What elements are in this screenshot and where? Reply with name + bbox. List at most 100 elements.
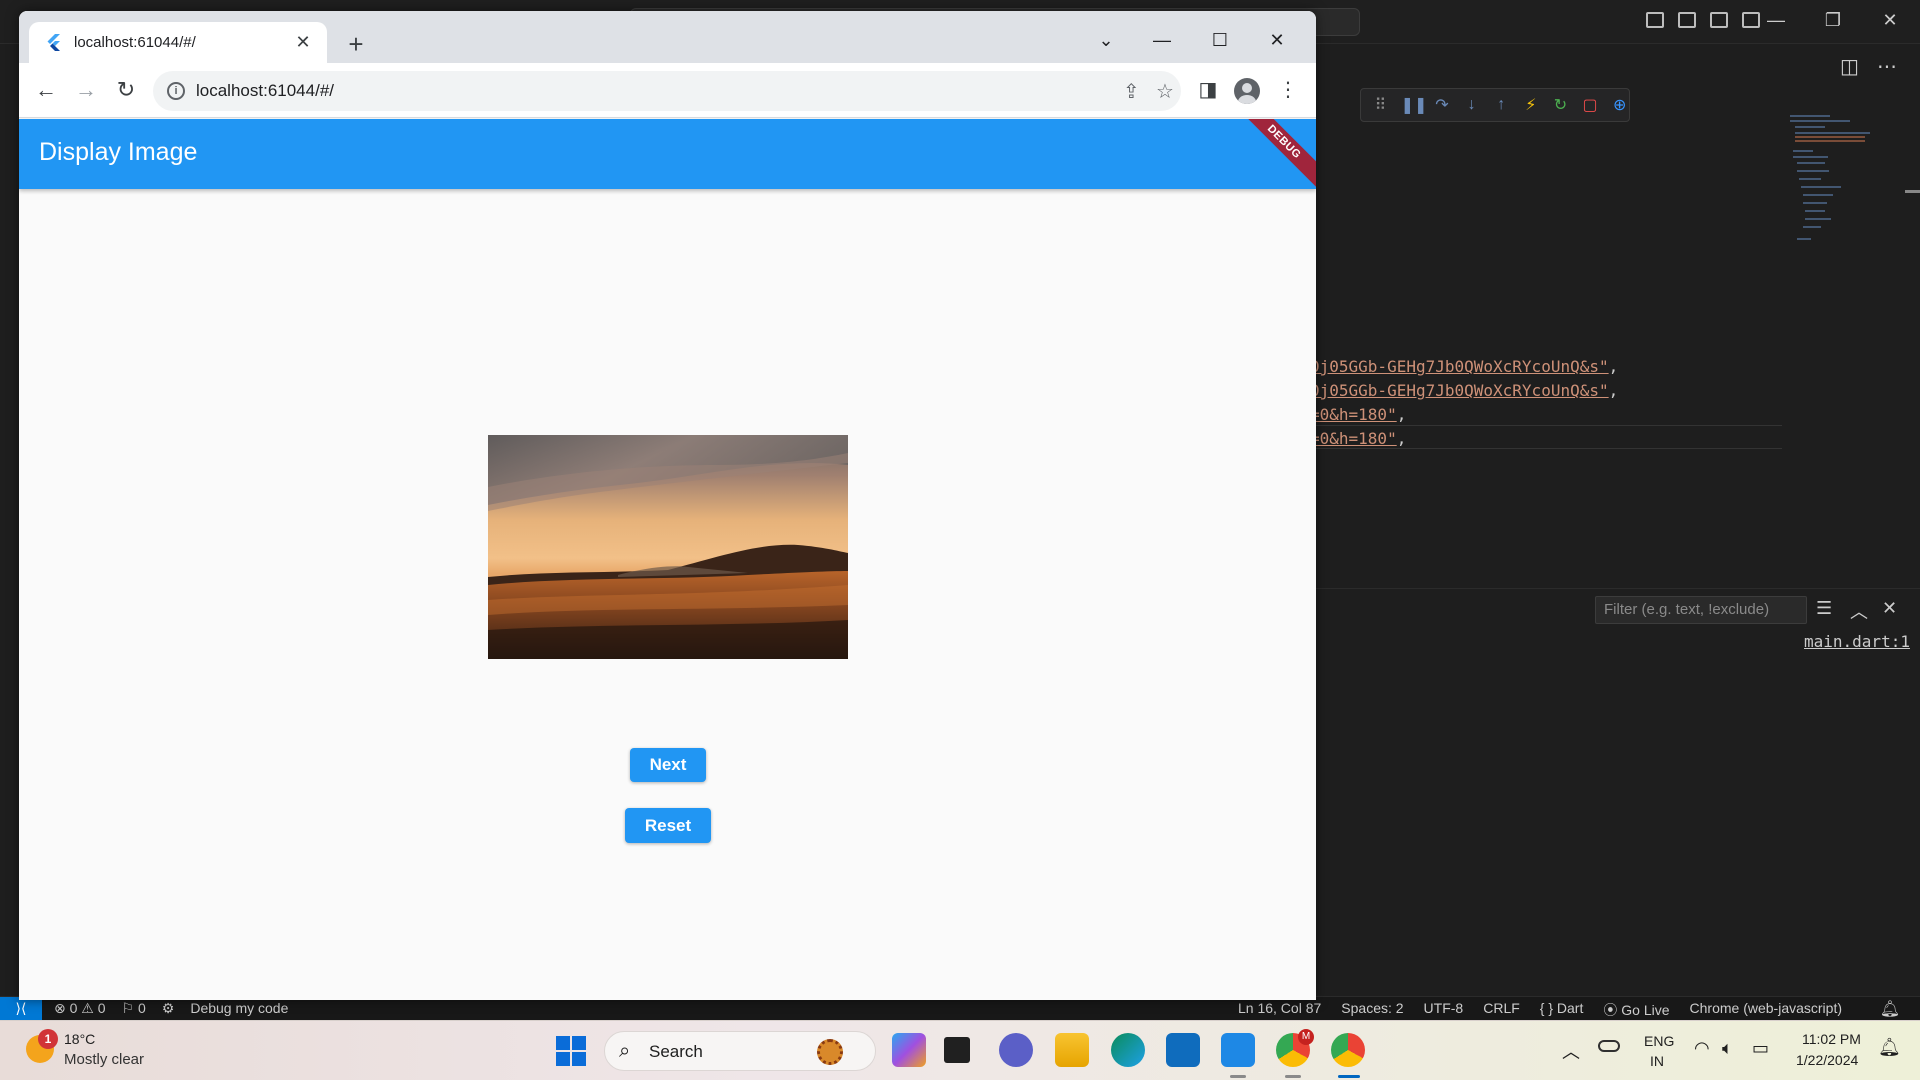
editor-actions: ◫ ⋯: [1840, 54, 1897, 79]
language-mode[interactable]: { } Dart: [1540, 1000, 1584, 1020]
input-region[interactable]: IN: [1650, 1053, 1664, 1069]
ports-count[interactable]: ⚐ 0: [122, 1000, 146, 1017]
split-editor-icon[interactable]: ◫: [1840, 54, 1859, 79]
volume-icon[interactable]: 🔈︎: [1722, 1038, 1733, 1059]
profile-avatar-icon[interactable]: [1234, 78, 1260, 104]
cursor-position[interactable]: Ln 16, Col 87: [1238, 1000, 1321, 1020]
list-filter-icon[interactable]: ☰: [1816, 598, 1832, 619]
close-window-icon[interactable]: ✕: [1262, 25, 1292, 55]
pause-icon[interactable]: ❚❚: [1401, 95, 1428, 115]
next-button[interactable]: Next: [630, 748, 706, 782]
windows-start-icon[interactable]: [556, 1036, 586, 1066]
task-view-icon[interactable]: [944, 1037, 970, 1063]
browser-tab[interactable]: localhost:61044/#/ ✕: [29, 22, 327, 63]
broadcast-icon: ⦿: [1603, 1002, 1622, 1018]
minimize-icon[interactable]: —: [1147, 25, 1177, 55]
tab-search-icon[interactable]: ⌄: [1091, 25, 1121, 55]
indentation[interactable]: Spaces: 2: [1341, 1000, 1403, 1020]
page-title: Display Image: [39, 138, 198, 166]
hot-reload-icon[interactable]: ⚡: [1522, 95, 1541, 115]
close-panel-icon[interactable]: ✕: [1882, 598, 1897, 619]
edge-browser-icon[interactable]: [1111, 1033, 1145, 1067]
code-line: 0j05GGb-GEHg7Jb0QWoXcRYcoUnQ&s",: [1310, 357, 1619, 376]
problems-count[interactable]: ⊗ 0 ⚠ 0: [54, 1000, 106, 1017]
tab-title: localhost:61044/#/: [74, 34, 196, 51]
line-ending[interactable]: CRLF: [1483, 1000, 1520, 1020]
notification-center-icon[interactable]: 🔔︎: [1878, 1037, 1901, 1058]
onedrive-cloud-icon[interactable]: [1598, 1040, 1620, 1052]
teams-chat-icon[interactable]: [999, 1033, 1033, 1067]
code-line: 0j05GGb-GEHg7Jb0QWoXcRYcoUnQ&s",: [1310, 381, 1619, 400]
vscode-close-icon[interactable]: ✕: [1880, 10, 1900, 30]
search-label: Search: [649, 1042, 703, 1061]
chrome-active-indicator: [1338, 1075, 1360, 1078]
step-into-icon[interactable]: ↓: [1462, 96, 1481, 114]
go-live-button[interactable]: ⦿ Go Live: [1603, 1000, 1669, 1020]
input-language[interactable]: ENG: [1644, 1033, 1674, 1049]
weather-temperature[interactable]: 18°C: [64, 1031, 95, 1047]
minimap[interactable]: [1785, 110, 1905, 260]
remote-indicator-icon[interactable]: ⟩⟨: [0, 997, 42, 1021]
clock-date[interactable]: 1/22/2024: [1796, 1052, 1858, 1068]
toggle-primary-sidebar-icon[interactable]: [1646, 12, 1664, 28]
show-hidden-icons-icon[interactable]: ︿: [1562, 1038, 1580, 1064]
debug-label[interactable]: Debug my code: [190, 1000, 288, 1017]
taskbar-search-box[interactable]: ⌕ Search: [604, 1031, 876, 1071]
minimap-slider[interactable]: [1905, 190, 1920, 193]
app-bar: Display Image DEBUG: [19, 119, 1316, 189]
weather-description[interactable]: Mostly clear: [64, 1051, 144, 1068]
tab-strip: localhost:61044/#/ ✕ + ⌄ — ☐ ✕: [19, 11, 1316, 63]
inspect-widget-icon[interactable]: ⊕: [1610, 95, 1629, 115]
hot-restart-icon[interactable]: ↻: [1551, 95, 1570, 115]
forward-icon[interactable]: →: [72, 76, 100, 104]
maximize-icon[interactable]: ☐: [1205, 25, 1235, 55]
vscode-taskbar-icon[interactable]: [1221, 1033, 1255, 1067]
site-info-icon[interactable]: i: [167, 82, 185, 100]
mail-icon[interactable]: [1166, 1033, 1200, 1067]
drag-handle-icon[interactable]: ⠿: [1371, 95, 1390, 115]
output-source-link[interactable]: main.dart:1: [1804, 632, 1910, 651]
chrome-window: localhost:61044/#/ ✕ + ⌄ — ☐ ✕ ← → ↻ i l…: [19, 11, 1316, 1000]
copilot-icon[interactable]: [892, 1033, 926, 1067]
output-filter-input[interactable]: Filter (e.g. text, !exclude): [1595, 596, 1807, 624]
debug-icon[interactable]: ⚙: [162, 1000, 175, 1017]
address-bar[interactable]: i localhost:61044/#/ ⇪ ☆: [153, 71, 1181, 111]
layout-controls: [1646, 12, 1760, 28]
code-line: =0&h=180",: [1310, 405, 1407, 424]
landscape-image: [488, 435, 848, 659]
vscode-minimize-icon[interactable]: —: [1766, 10, 1786, 30]
file-encoding[interactable]: UTF-8: [1424, 1000, 1464, 1020]
file-explorer-icon[interactable]: [1055, 1033, 1089, 1067]
stop-icon[interactable]: ▢: [1581, 95, 1600, 115]
step-over-icon[interactable]: ↷: [1433, 95, 1452, 115]
flutter-favicon-icon: [47, 34, 60, 51]
debug-target[interactable]: Chrome (web-javascript): [1690, 1000, 1842, 1020]
step-out-icon[interactable]: ↑: [1492, 96, 1511, 114]
toggle-panel-icon[interactable]: [1678, 12, 1696, 28]
close-tab-icon[interactable]: ✕: [292, 31, 314, 53]
share-icon[interactable]: ⇪: [1123, 79, 1140, 104]
customize-layout-icon[interactable]: [1742, 12, 1760, 28]
vscode-restore-icon[interactable]: ❐: [1823, 10, 1843, 30]
back-icon[interactable]: ←: [32, 76, 60, 104]
url-text[interactable]: localhost:61044/#/: [196, 81, 334, 101]
more-actions-icon[interactable]: ⋯: [1877, 54, 1897, 79]
reset-button[interactable]: Reset: [625, 808, 711, 843]
browser-toolbar: ← → ↻ i localhost:61044/#/ ⇪ ☆ ◨ ⋮: [19, 63, 1316, 118]
code-editor[interactable]: 0j05GGb-GEHg7Jb0QWoXcRYcoUnQ&s", 0j05GGb…: [1310, 355, 1618, 451]
clock-time[interactable]: 11:02 PM: [1802, 1031, 1861, 1047]
chrome-taskbar-icon[interactable]: [1331, 1033, 1365, 1067]
notifications-bell-icon[interactable]: 🔔︎: [1880, 999, 1900, 1019]
chrome-menu-icon[interactable]: ⋮: [1274, 76, 1302, 104]
side-panel-icon[interactable]: ◨: [1194, 76, 1222, 104]
status-left: ⊗ 0 ⚠ 0 ⚐ 0 ⚙ Debug my code: [54, 1000, 288, 1017]
new-tab-icon[interactable]: +: [341, 29, 371, 59]
flutter-app: Display Image DEBUG Next Reset: [19, 119, 1316, 1000]
wifi-icon[interactable]: ◠: [1694, 1038, 1710, 1059]
bookmark-star-icon[interactable]: ☆: [1156, 79, 1174, 104]
toggle-secondary-sidebar-icon[interactable]: [1710, 12, 1728, 28]
reload-icon[interactable]: ↻: [112, 76, 140, 104]
battery-icon[interactable]: ▭: [1752, 1038, 1769, 1059]
status-right: Ln 16, Col 87 Spaces: 2 UTF-8 CRLF { } D…: [1238, 1000, 1842, 1020]
maximize-panel-icon[interactable]: ︿: [1850, 598, 1868, 624]
